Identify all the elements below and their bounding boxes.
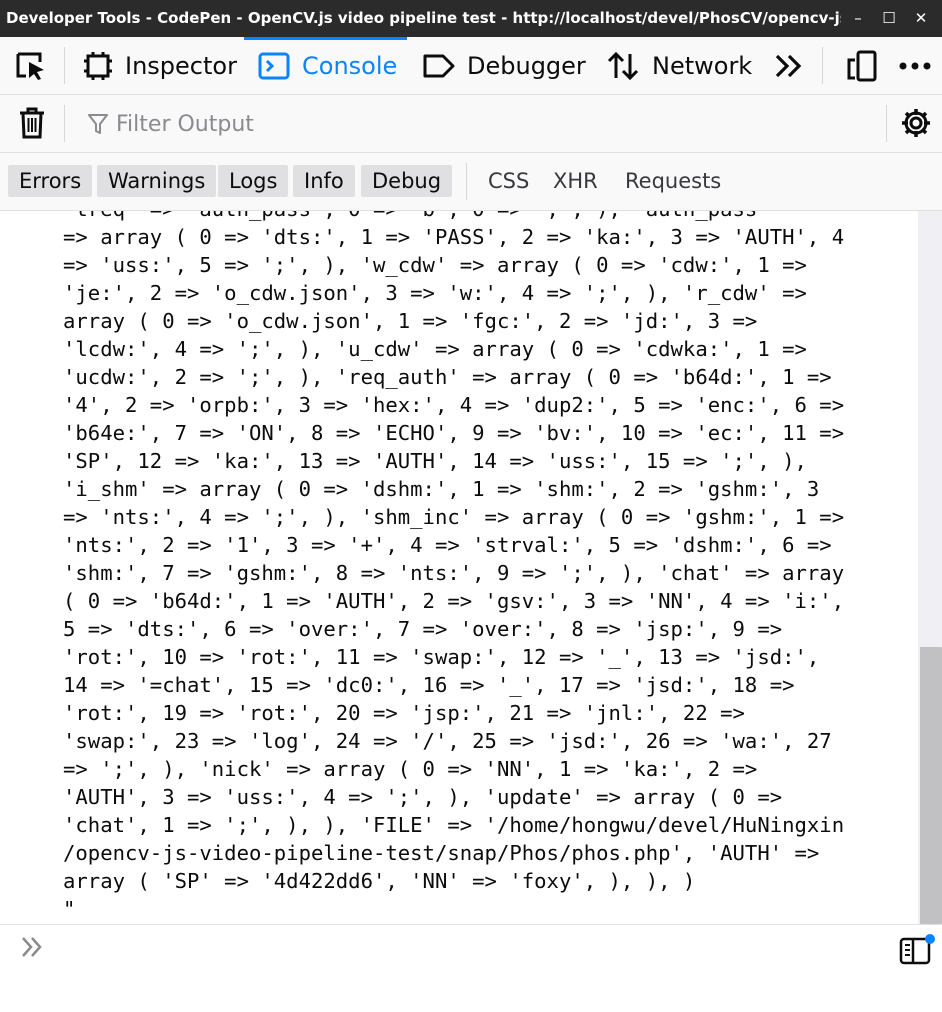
editor-mode-toggle[interactable] bbox=[898, 931, 938, 967]
scrollbar-thumb[interactable] bbox=[920, 647, 942, 924]
filter-xhr-button[interactable]: XHR bbox=[542, 165, 609, 197]
filter-errors-button[interactable]: Errors bbox=[8, 165, 93, 197]
filter-logs-button[interactable]: Logs bbox=[218, 165, 289, 197]
log-message-text: 'treq' => 'auth_pass', 0 => 'b', 0 => ';… bbox=[63, 211, 845, 921]
filter-warnings-button[interactable]: Warnings bbox=[97, 165, 217, 197]
ellipsis-icon bbox=[899, 62, 931, 69]
devtools-menu-button[interactable] bbox=[898, 37, 932, 94]
filter-separator bbox=[886, 105, 887, 142]
devtools-toolbar: Inspector Console Debugger Network bbox=[0, 37, 942, 95]
tab-inspector-label: Inspector bbox=[125, 51, 237, 80]
window-titlebar: Developer Tools - CodePen - OpenCV.js vi… bbox=[0, 0, 942, 37]
more-tools-button[interactable] bbox=[774, 37, 804, 94]
close-button[interactable]: ✕ bbox=[906, 0, 936, 37]
toolbar-separator bbox=[64, 47, 65, 84]
filter-css-button[interactable]: CSS bbox=[477, 165, 540, 197]
editor-mode-icon bbox=[899, 934, 935, 965]
minimize-button[interactable]: – bbox=[843, 0, 873, 37]
trash-icon bbox=[20, 107, 44, 139]
filter-output-input[interactable] bbox=[82, 103, 908, 145]
toolbar-separator bbox=[822, 47, 823, 84]
double-chevron-icon bbox=[775, 54, 802, 77]
filter-separator bbox=[64, 105, 65, 142]
double-chevron-prompt-icon bbox=[22, 937, 42, 957]
clear-console-button[interactable] bbox=[18, 107, 46, 143]
tab-debugger[interactable]: Debugger bbox=[423, 37, 588, 94]
gear-icon bbox=[902, 109, 930, 137]
tab-debugger-label: Debugger bbox=[467, 51, 586, 80]
filter-bar bbox=[0, 95, 942, 153]
console-output: 'treq' => 'auth_pass', 0 => 'b', 0 => ';… bbox=[0, 211, 918, 924]
tab-network[interactable]: Network bbox=[606, 37, 756, 94]
window-title: Developer Tools - CodePen - OpenCV.js vi… bbox=[6, 9, 841, 27]
console-footer-space bbox=[0, 978, 942, 1012]
maximize-button[interactable]: ☐ bbox=[874, 0, 904, 37]
debugger-icon bbox=[423, 54, 455, 77]
filter-requests-button[interactable]: Requests bbox=[614, 165, 732, 197]
tab-inspector[interactable]: Inspector bbox=[83, 37, 243, 94]
inspector-icon bbox=[84, 51, 112, 80]
console-input-line bbox=[0, 924, 942, 978]
console-icon bbox=[258, 52, 290, 79]
log-category-bar: Errors Warnings Logs Info Debug CSS XHR … bbox=[0, 153, 942, 211]
output-scrollbar[interactable] bbox=[918, 211, 942, 924]
console-command-input[interactable] bbox=[60, 933, 884, 971]
pick-element-icon bbox=[16, 52, 44, 80]
tab-network-label: Network bbox=[652, 51, 753, 80]
console-settings-button[interactable] bbox=[900, 107, 932, 143]
tab-console-label: Console bbox=[302, 51, 398, 80]
network-icon bbox=[607, 51, 639, 80]
category-separator bbox=[466, 163, 467, 200]
tab-console[interactable]: Console bbox=[244, 37, 407, 94]
filter-debug-button[interactable]: Debug bbox=[361, 165, 453, 197]
responsive-design-button[interactable] bbox=[846, 37, 878, 94]
responsive-design-icon bbox=[847, 50, 877, 81]
element-picker-button[interactable] bbox=[14, 37, 50, 94]
filter-info-button[interactable]: Info bbox=[293, 165, 355, 197]
